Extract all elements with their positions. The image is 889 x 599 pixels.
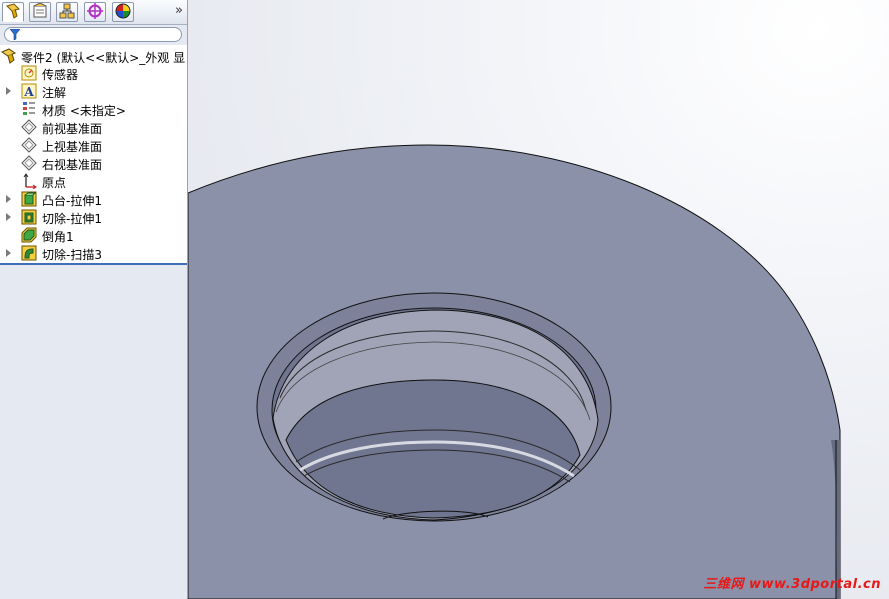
tree-item-label: 切除-扫描3 xyxy=(42,248,102,262)
plane-icon xyxy=(21,137,37,153)
site-watermark: 三维网 www.3dportal.cn xyxy=(703,577,881,592)
appearance-icon xyxy=(115,3,131,22)
expand-arrow-icon[interactable] xyxy=(6,249,11,257)
cut-sweep-icon xyxy=(21,245,37,261)
appearance-tab[interactable] xyxy=(112,2,134,22)
svg-text:A: A xyxy=(23,85,34,99)
tree-item-label: 切除-拉伸1 xyxy=(42,212,102,226)
tree-item-top-plane[interactable]: 上视基准面 xyxy=(0,136,187,154)
tree-filter-input[interactable] xyxy=(4,27,182,42)
tree-item-label: 倒角1 xyxy=(42,230,74,244)
tree-item-label: 上视基准面 xyxy=(42,140,103,154)
feature-manager-panel: » 零件2 (默认<<默认>_外观 显 传感器 A 注解 材质 <未指定> 前视… xyxy=(0,0,188,599)
annotation-icon: A xyxy=(21,83,37,99)
tree-item-cut-extrude1[interactable]: 切除-拉伸1 xyxy=(0,208,187,226)
featuremanager-tab[interactable] xyxy=(2,2,24,22)
tree-item-chamfer1[interactable]: 倒角1 xyxy=(0,226,187,244)
tree-item-sensors[interactable]: 传感器 xyxy=(0,64,187,82)
boss-extrude-icon xyxy=(21,191,37,207)
tree-item-right-plane[interactable]: 右视基准面 xyxy=(0,154,187,172)
configurationmanager-tab[interactable] xyxy=(56,2,78,22)
tree-item-label: 凸台-拉伸1 xyxy=(42,194,102,208)
tree-item-material[interactable]: 材质 <未指定> xyxy=(0,100,187,118)
expand-arrow-icon[interactable] xyxy=(6,87,11,95)
tree-root-part[interactable]: 零件2 (默认<<默认>_外观 显 xyxy=(0,47,187,65)
feature-tree-icon xyxy=(5,2,21,22)
tree-item-label: 注解 xyxy=(42,86,67,100)
tree-item-boss-extrude1[interactable]: 凸台-拉伸1 xyxy=(0,190,187,208)
chamfer-icon xyxy=(21,227,37,243)
tree-item-label: 原点 xyxy=(42,176,67,190)
plane-icon xyxy=(21,119,37,135)
tree-item-label: 传感器 xyxy=(42,68,79,82)
dimxpert-icon xyxy=(87,2,103,22)
cut-extrude-icon xyxy=(21,209,37,225)
tree-item-origin[interactable]: 原点 xyxy=(0,172,187,190)
feature-tree: 零件2 (默认<<默认>_外观 显 传感器 A 注解 材质 <未指定> 前视基准… xyxy=(0,45,187,265)
tree-item-label: 材质 <未指定> xyxy=(42,104,126,118)
part-model[interactable] xyxy=(188,0,889,599)
graphics-viewport[interactable]: 三维网 www.3dportal.cn xyxy=(188,0,889,599)
sensor-icon xyxy=(21,65,37,81)
property-manager-icon xyxy=(32,1,48,22)
tree-item-label: 右视基准面 xyxy=(42,158,103,172)
tree-item-cut-sweep3[interactable]: 切除-扫描3 xyxy=(0,244,187,262)
panel-tab-bar: » xyxy=(0,0,187,25)
origin-icon xyxy=(21,173,37,189)
expand-arrow-icon[interactable] xyxy=(6,195,11,203)
plane-icon xyxy=(21,155,37,171)
tree-item-front-plane[interactable]: 前视基准面 xyxy=(0,118,187,136)
propertymanager-tab[interactable] xyxy=(29,1,51,22)
filter-icon xyxy=(9,28,21,43)
tree-item-annotations[interactable]: A 注解 xyxy=(0,82,187,100)
configuration-manager-icon xyxy=(59,3,75,22)
expand-arrow-icon[interactable] xyxy=(6,213,11,221)
part-icon xyxy=(1,48,17,64)
expand-tabs-button[interactable]: » xyxy=(175,3,183,18)
material-icon xyxy=(21,101,37,117)
tree-item-label: 前视基准面 xyxy=(42,122,103,136)
dimxpert-tab[interactable] xyxy=(84,2,106,22)
